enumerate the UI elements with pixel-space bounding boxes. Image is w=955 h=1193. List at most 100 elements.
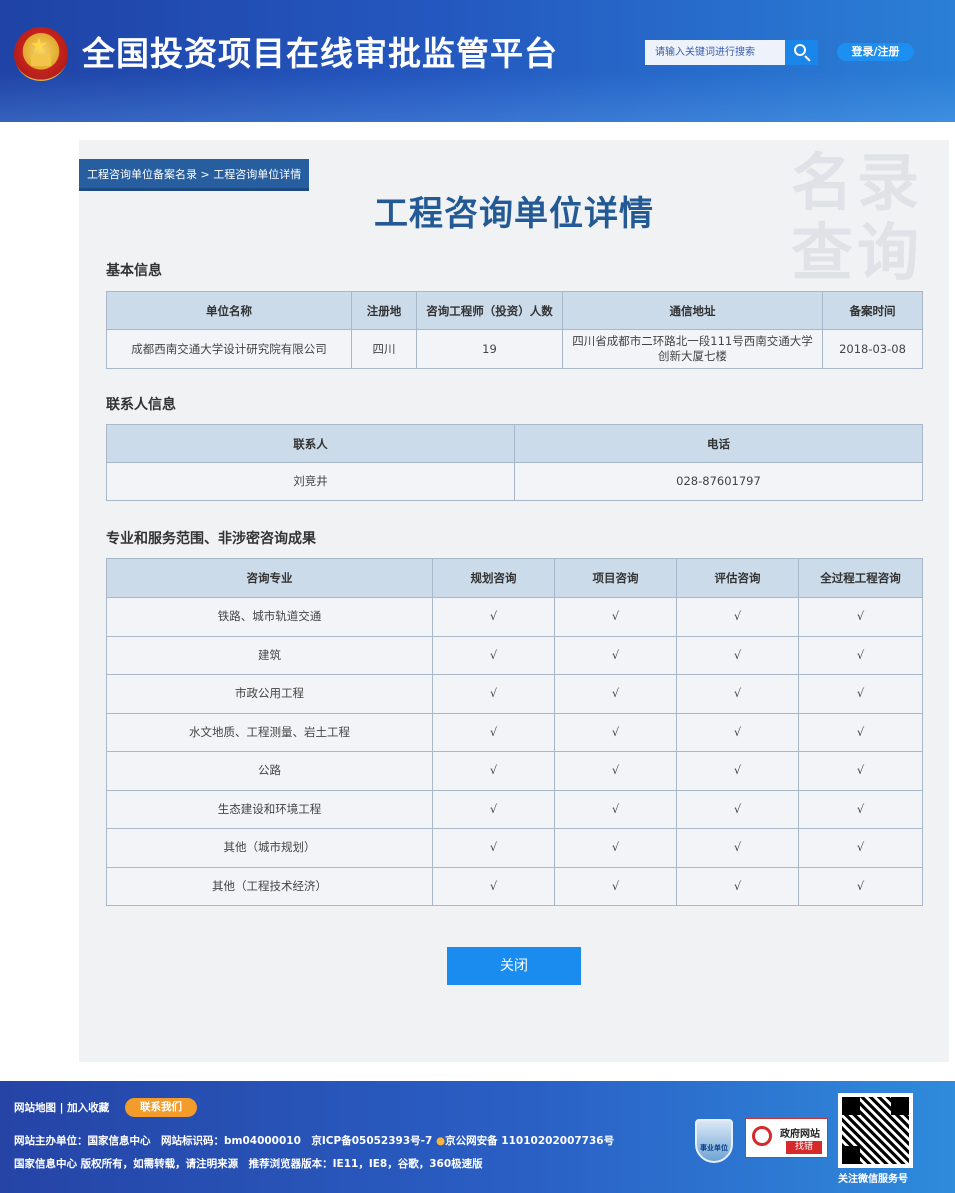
check-mark: √ — [554, 751, 677, 791]
check-mark: √ — [554, 789, 677, 829]
table-row: 铁路、城市轨道交通 √ √ √ √ — [106, 597, 923, 637]
column-header: 备案时间 — [822, 291, 923, 330]
check-mark: √ — [798, 674, 923, 714]
check-mark: √ — [798, 866, 923, 906]
specialty: 其他（工程技术经济） — [106, 866, 433, 906]
close-button[interactable]: 关闭 — [447, 947, 581, 985]
search-icon — [794, 44, 806, 56]
check-mark: √ — [432, 789, 555, 829]
check-mark: √ — [676, 789, 799, 829]
column-header: 评估咨询 — [676, 558, 799, 598]
badge-label: 事业单位 — [700, 1144, 728, 1152]
contact-name: 刘竞井 — [106, 462, 515, 501]
search-input[interactable]: 请输入关键词进行搜索 — [645, 40, 785, 65]
column-header: 电话 — [514, 424, 923, 463]
gov-badge-error: 找错 — [786, 1141, 822, 1154]
section-title-basic: 基本信息 — [106, 263, 162, 279]
table-row: 建筑 √ √ √ √ — [106, 635, 923, 675]
specialty: 生态建设和环境工程 — [106, 789, 433, 829]
specialty: 公路 — [106, 751, 433, 791]
national-emblem-icon: ★ — [14, 27, 68, 81]
check-mark: √ — [798, 828, 923, 868]
qr-label: 关注微信服务号 — [838, 1174, 908, 1185]
table-row: 水文地质、工程测量、岩土工程 √ √ √ √ — [106, 712, 923, 752]
police-badge-icon: ● — [435, 1135, 446, 1147]
check-mark: √ — [554, 712, 677, 752]
section-title-contact: 联系人信息 — [106, 397, 176, 413]
column-header: 通信地址 — [562, 291, 823, 330]
check-mark: √ — [676, 866, 799, 906]
check-mark: √ — [798, 712, 923, 752]
column-header: 全过程工程咨询 — [798, 558, 923, 598]
site-header: ★ 全国投资项目在线审批监管平台 请输入关键词进行搜索 登录/注册 — [0, 0, 955, 122]
column-header: 咨询工程师（投资）人数 — [416, 291, 563, 330]
search-button[interactable] — [785, 40, 818, 65]
specialty: 铁路、城市轨道交通 — [106, 597, 433, 637]
column-header: 咨询专业 — [106, 558, 433, 598]
mailing-address: 四川省成都市二环路北一段111号西南交通大学创新大厦七楼 — [562, 329, 823, 369]
public-institution-badge-icon[interactable]: 事业单位 — [695, 1119, 733, 1163]
login-register-button[interactable]: 登录/注册 — [837, 43, 914, 61]
check-mark: √ — [432, 866, 555, 906]
contact-us-button[interactable]: 联系我们 — [125, 1098, 197, 1117]
content-panel: 名录查询 工程咨询单位备案名录 > 工程咨询单位详情 工程咨询单位详情 基本信息… — [79, 140, 949, 1062]
specialty: 其他（城市规划） — [106, 828, 433, 868]
column-header: 联系人 — [106, 424, 515, 463]
check-mark: √ — [676, 828, 799, 868]
contact-info-table: 联系人 电话 刘竞井 028-87601797 — [106, 424, 923, 501]
check-mark: √ — [676, 712, 799, 752]
breadcrumb[interactable]: 工程咨询单位备案名录 > 工程咨询单位详情 — [79, 159, 310, 191]
filing-date: 2018-03-08 — [822, 329, 923, 369]
check-mark: √ — [554, 866, 677, 906]
magnifier-icon — [752, 1126, 772, 1146]
footer-links[interactable]: 网站地图 | 加入收藏 — [14, 1101, 109, 1115]
column-header: 项目咨询 — [554, 558, 677, 598]
section-title-scope: 专业和服务范围、非涉密咨询成果 — [106, 531, 316, 547]
check-mark: √ — [676, 597, 799, 637]
column-header: 注册地 — [351, 291, 417, 330]
scope-table: 咨询专业 规划咨询 项目咨询 评估咨询 全过程工程咨询 铁路、城市轨道交通 √ … — [106, 558, 923, 906]
specialty: 建筑 — [106, 635, 433, 675]
page-title: 工程咨询单位详情 — [374, 194, 654, 234]
wechat-qr-code — [838, 1093, 913, 1168]
check-mark: √ — [554, 828, 677, 868]
table-row: 刘竞井 028-87601797 — [106, 462, 923, 501]
gov-badge-label: 政府网站 — [780, 1129, 820, 1140]
check-mark: √ — [432, 674, 555, 714]
check-mark: √ — [798, 751, 923, 791]
check-mark: √ — [432, 597, 555, 637]
table-row: 生态建设和环境工程 √ √ √ √ — [106, 789, 923, 829]
footer-sponsor: 网站主办单位：国家信息中心 网站标识码：bm04000010 京ICP备0505… — [14, 1135, 433, 1147]
footer-police-record[interactable]: 京公网安备 11010202007736号 — [445, 1135, 614, 1147]
column-header: 规划咨询 — [432, 558, 555, 598]
basic-info-table: 单位名称 注册地 咨询工程师（投资）人数 通信地址 备案时间 成都西南交通大学设… — [106, 291, 923, 369]
check-mark: √ — [676, 635, 799, 675]
check-mark: √ — [676, 751, 799, 791]
check-mark: √ — [432, 751, 555, 791]
registration-place: 四川 — [351, 329, 417, 369]
check-mark: √ — [798, 597, 923, 637]
check-mark: √ — [554, 635, 677, 675]
site-footer: 网站地图 | 加入收藏 联系我们 网站主办单位：国家信息中心 网站标识码：bm0… — [0, 1081, 955, 1193]
column-header: 单位名称 — [106, 291, 352, 330]
table-row: 其他（工程技术经济） √ √ √ √ — [106, 866, 923, 906]
footer-line-2: 国家信息中心 版权所有，如需转载，请注明来源 推荐浏览器版本：IE11，IE8，… — [14, 1158, 483, 1170]
specialty: 水文地质、工程测量、岩土工程 — [106, 712, 433, 752]
table-row: 其他（城市规划） √ √ √ √ — [106, 828, 923, 868]
site-title[interactable]: 全国投资项目在线审批监管平台 — [82, 34, 558, 74]
table-row: 成都西南交通大学设计研究院有限公司 四川 19 四川省成都市二环路北一段111号… — [106, 329, 923, 369]
check-mark: √ — [432, 712, 555, 752]
gov-website-error-report-badge[interactable]: 政府网站 找错 — [745, 1118, 828, 1158]
check-mark: √ — [432, 828, 555, 868]
table-row: 公路 √ √ √ √ — [106, 751, 923, 791]
check-mark: √ — [798, 789, 923, 829]
check-mark: √ — [554, 597, 677, 637]
contact-phone: 028-87601797 — [514, 462, 923, 501]
footer-line-1: 网站主办单位：国家信息中心 网站标识码：bm04000010 京ICP备0505… — [14, 1134, 614, 1148]
check-mark: √ — [676, 674, 799, 714]
check-mark: √ — [554, 674, 677, 714]
check-mark: √ — [432, 635, 555, 675]
check-mark: √ — [798, 635, 923, 675]
unit-name: 成都西南交通大学设计研究院有限公司 — [106, 329, 352, 369]
table-row: 市政公用工程 √ √ √ √ — [106, 674, 923, 714]
